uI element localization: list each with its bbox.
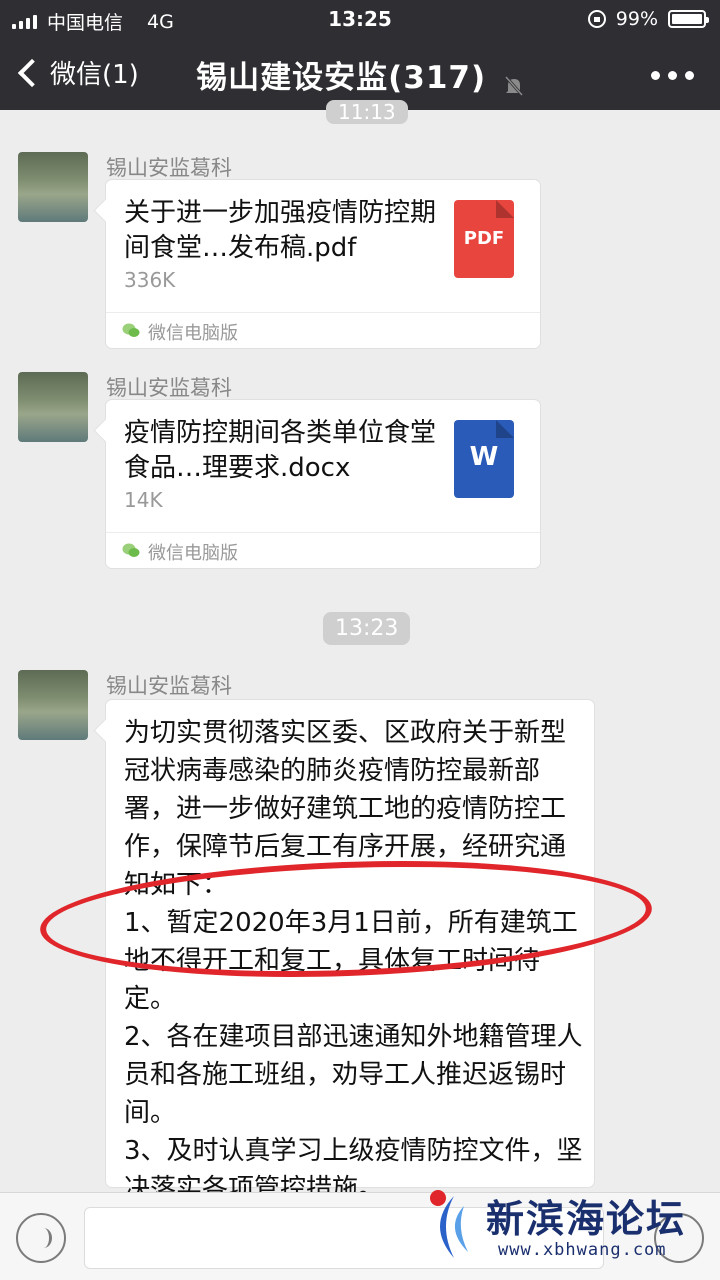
chat-title-row: 锡山建设安监(317) [0,52,720,97]
word-file-icon: W [454,420,514,498]
avatar[interactable] [18,372,88,442]
file-type-label: PDF [463,228,505,249]
file-source-footer: 微信电脑版 [106,312,540,348]
battery-percent: 99% [615,8,658,30]
battery-icon [668,10,709,28]
file-name: 疫情防控期间各类单位食堂食品…理要求.docx [124,418,437,483]
rotation-lock-icon [587,10,606,28]
text-message-bubble[interactable]: 为切实贯彻落实区委、区政府关于新型冠状病毒感染的肺炎疫情防控最新部署，进一步做好… [106,700,594,1204]
chat-area[interactable]: 11:13 锡山安监葛科 关于进一步加强疫情防控期间食堂…发布稿.pdf 336… [0,100,720,1204]
timestamp-pill: 11:13 [326,100,408,124]
file-size: 336K [124,268,176,292]
watermark-name: 新滨海论坛 [486,1197,687,1241]
pdf-file-icon: PDF [454,200,514,278]
battery-fill [672,14,702,24]
file-source-label: 微信电脑版 [148,543,238,564]
file-type-label: W [469,442,499,472]
wechat-icon [122,543,140,557]
avatar[interactable] [18,670,88,740]
nav-bar: 微信(1) 锡山建设安监(317) [0,44,720,104]
mute-icon [504,69,524,96]
more-options-icon[interactable] [651,71,694,80]
watermark-url: www.xbhwang.com [498,1240,667,1260]
file-size: 14K [124,488,163,512]
file-source-label: 微信电脑版 [148,323,238,344]
file-name: 关于进一步加强疫情防控期间食堂…发布稿.pdf [124,198,437,263]
timestamp-pill: 13:23 [323,612,411,645]
voice-icon[interactable] [16,1213,66,1263]
file-source-footer: 微信电脑版 [106,532,540,568]
file-message-card[interactable]: 疫情防控期间各类单位食堂食品…理要求.docx 14K W 微信电脑版 [106,400,540,568]
chat-title: 锡山建设安监(317) [196,60,487,96]
sender-name: 锡山安监葛科 [106,674,232,698]
status-bar: 中国电信 4G 13:25 99% [0,0,720,38]
status-right: 99% [587,8,709,30]
message-text: 为切实贯彻落实区委、区政府关于新型冠状病毒感染的肺炎疫情防控最新部署，进一步做好… [124,718,583,1204]
watermark-logo-icon [430,1190,468,1258]
site-watermark: 新滨海论坛 www.xbhwang.com [424,1180,714,1280]
avatar[interactable] [18,152,88,222]
wechat-icon [122,323,140,337]
sender-name: 锡山安监葛科 [106,376,232,400]
top-bar: 中国电信 4G 13:25 99% 微信(1) 锡山建设安监(317) [0,0,720,110]
sender-name: 锡山安监葛科 [106,156,232,180]
file-message-card[interactable]: 关于进一步加强疫情防控期间食堂…发布稿.pdf 336K PDF 微信电脑版 [106,180,540,348]
